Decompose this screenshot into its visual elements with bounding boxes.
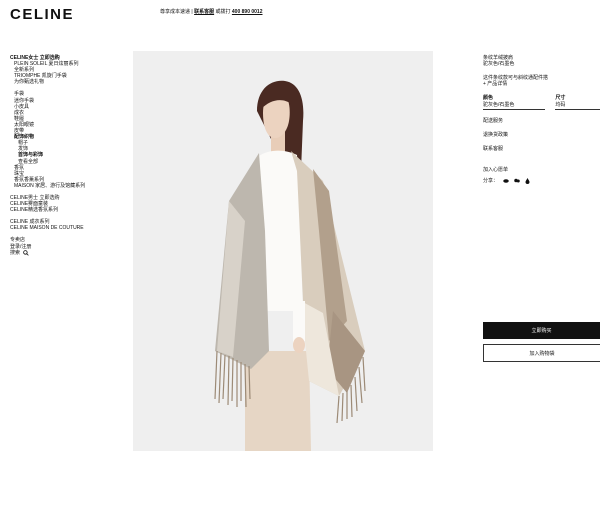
search-link[interactable]: 搜索 (10, 250, 125, 256)
search-icon (23, 249, 29, 256)
weibo-icon[interactable] (503, 178, 509, 183)
size-label: 尺寸 (555, 95, 566, 101)
product-description: 这件条纹款可与斜纹通配件搭 + 产品详情 (483, 75, 600, 87)
notice-prefix: 尊享成本速递 | (160, 9, 193, 15)
product-details-panel: 条纹羊绒披肩 驼灰色/石墨色 这件条纹款可与斜纹通配件搭 + 产品详情 颜色 驼… (483, 55, 600, 184)
add-to-cart-button[interactable]: 加入购物袋 (483, 344, 600, 362)
wishlist-link[interactable]: 加入心愿单 (483, 166, 600, 173)
returns-link[interactable]: 退换货政策 (483, 131, 600, 138)
phone-number-link[interactable]: 400 890 0012 (232, 9, 263, 15)
celine-logo[interactable]: CELINE (10, 6, 74, 23)
left-navigation: CELINE女士 立即选购 PLEIN SOLEIL 夏日炫丽系列 全新系列 T… (10, 55, 125, 256)
model-wearing-poncho (133, 51, 433, 451)
delivery-link[interactable]: 配送服务 (483, 117, 600, 124)
share-row: 分享： (483, 177, 600, 184)
customer-service-link[interactable]: 联系客服 (483, 145, 600, 152)
buy-now-button[interactable]: 立即购买 (483, 322, 600, 339)
share-label: 分享： (483, 178, 499, 184)
color-select[interactable]: 驼灰色/石墨色 (483, 101, 546, 110)
product-image (133, 51, 433, 451)
color-label: 颜色 (483, 95, 494, 101)
service-notice: 尊享成本速递 | 联系客服 或拨打 400 890 0012 (160, 8, 263, 15)
product-title: 条纹羊绒披肩 驼灰色/石墨色 (483, 55, 515, 67)
wechat-icon[interactable] (514, 178, 520, 183)
size-select[interactable]: 均码 (555, 101, 600, 110)
drop-icon[interactable] (525, 177, 530, 184)
contact-service-link[interactable]: 联系客服 (194, 9, 214, 15)
notice-suffix: 或拨打 (215, 9, 231, 15)
product-details-toggle[interactable]: + 产品详情 (483, 81, 600, 87)
search-label: 搜索 (10, 249, 21, 256)
